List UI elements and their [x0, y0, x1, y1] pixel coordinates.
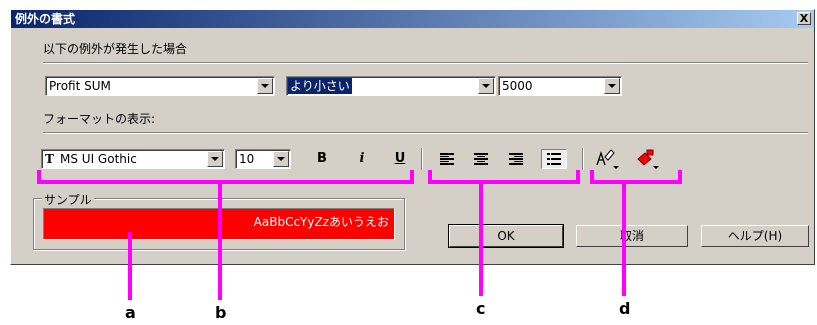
chevron-down-icon[interactable] — [273, 151, 289, 167]
highlight-d-right — [678, 170, 682, 184]
highlight-d-bottom — [590, 180, 682, 184]
sample-legend: サンプル — [42, 191, 94, 208]
align-right-button[interactable] — [505, 149, 527, 169]
callout-line-b — [218, 180, 222, 300]
chevron-down-icon[interactable] — [207, 151, 223, 167]
highlight-c-right — [576, 170, 580, 184]
align-center-icon — [474, 153, 488, 165]
chevron-down-icon[interactable] — [604, 78, 620, 94]
align-justify-icon — [547, 153, 561, 165]
operator-combo[interactable]: より小さい — [286, 76, 496, 96]
format-exception-dialog: 例外の書式 X 以下の例外が発生した場合 Profit SUM より小さい 50… — [10, 9, 815, 265]
underline-button[interactable]: U — [389, 149, 411, 169]
fill-color-button[interactable] — [633, 147, 663, 169]
callout-label-a: a — [125, 303, 136, 322]
field-value: Profit SUM — [49, 79, 111, 93]
threshold-combo[interactable]: 5000 — [498, 76, 622, 96]
field-combo[interactable]: Profit SUM — [45, 76, 275, 96]
highlight-c-bottom — [428, 180, 580, 184]
condition-separator — [43, 62, 808, 64]
fill-color-icon — [637, 149, 659, 169]
callout-line-d — [622, 180, 626, 296]
align-right-icon — [509, 153, 523, 165]
callout-label-b: b — [215, 303, 227, 322]
callout-label-c: c — [476, 299, 486, 318]
align-left-button[interactable] — [436, 149, 458, 169]
format-separator — [43, 132, 808, 134]
toolbar-separator — [421, 148, 423, 170]
font-family-value: MS UI Gothic — [60, 152, 137, 166]
callout-line-a — [128, 232, 132, 300]
format-label: フォーマットの表示: — [43, 112, 156, 126]
italic-button[interactable]: i — [351, 149, 373, 169]
callout-label-d: d — [619, 299, 631, 318]
help-button[interactable]: ヘルプ(H) — [701, 225, 809, 247]
callout-line-c — [479, 180, 483, 296]
sample-text: AaBbCcYyZzあいうえお — [253, 215, 389, 229]
title-bar: 例外の書式 X — [11, 10, 814, 28]
bold-button[interactable]: B — [311, 149, 333, 169]
font-size-combo[interactable]: 10 — [235, 149, 291, 169]
text-color-button[interactable] — [593, 147, 623, 169]
text-color-icon — [596, 149, 619, 169]
highlight-b-bottom — [37, 180, 414, 184]
align-justify-button[interactable] — [541, 149, 567, 169]
font-size-value: 10 — [239, 152, 255, 166]
align-center-button[interactable] — [470, 149, 492, 169]
chevron-down-icon[interactable] — [478, 78, 494, 94]
highlight-b-right — [410, 170, 414, 184]
threshold-value: 5000 — [502, 79, 533, 93]
font-type-icon: T — [45, 152, 54, 166]
ok-button[interactable]: OK — [448, 224, 564, 248]
condition-label: 以下の例外が発生した場合 — [43, 42, 188, 56]
chevron-down-icon[interactable] — [257, 78, 273, 94]
close-button[interactable]: X — [797, 12, 811, 25]
align-left-icon — [440, 153, 454, 165]
operator-value: より小さい — [288, 78, 352, 94]
toolbar-separator — [582, 148, 584, 170]
cancel-button[interactable]: 取消 — [576, 225, 688, 247]
dialog-title: 例外の書式 — [15, 12, 76, 26]
font-family-combo[interactable]: T MS UI Gothic — [41, 149, 225, 169]
